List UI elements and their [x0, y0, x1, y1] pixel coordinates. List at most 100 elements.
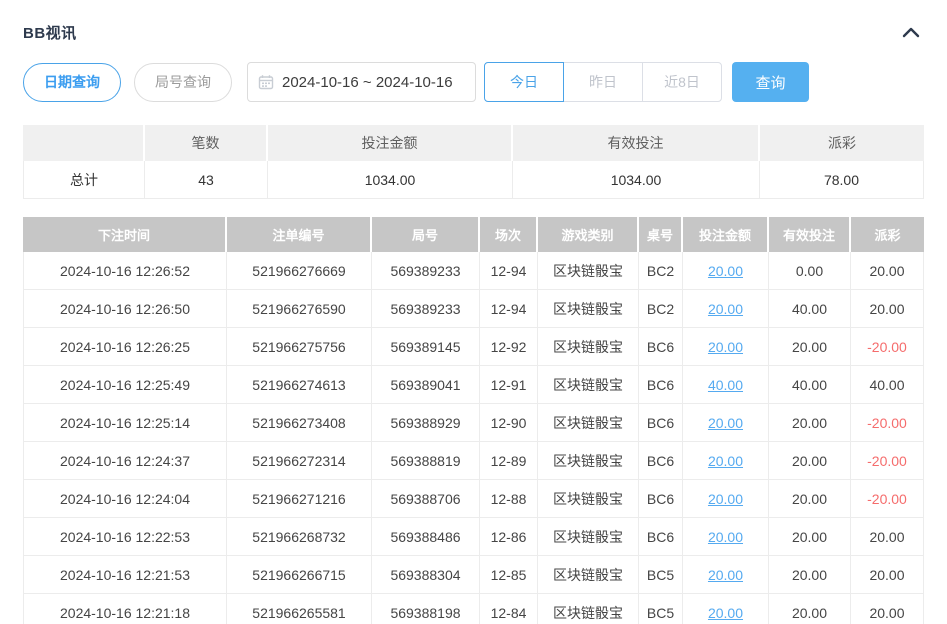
round-id-cell: 569388706 — [372, 480, 480, 518]
quick-range-last8days[interactable]: 近8日 — [642, 62, 722, 102]
col-valid-bet: 有效投注 — [769, 217, 851, 252]
round-query-tab[interactable]: 局号查询 — [134, 63, 232, 102]
search-button[interactable]: 查询 — [732, 62, 809, 102]
table-row: 2024-10-16 12:22:53521966268732569388486… — [23, 518, 924, 556]
table-row: 2024-10-16 12:25:14521966273408569388929… — [23, 404, 924, 442]
bet-amount-link[interactable]: 20.00 — [708, 453, 743, 469]
order-id-cell: 521966271216 — [227, 480, 372, 518]
date-range-value: 2024-10-16 ~ 2024-10-16 — [282, 74, 453, 91]
payout-cell: -20.00 — [851, 328, 924, 366]
filter-toolbar: 日期查询 局号查询 2024-10-16 ~ 2024-10-16 今日昨日近8… — [23, 62, 924, 102]
session-cell: 12-91 — [480, 366, 538, 404]
session-cell: 12-84 — [480, 594, 538, 624]
quick-range-today[interactable]: 今日 — [484, 62, 564, 102]
valid-bet-cell: 0.00 — [769, 252, 851, 290]
bet-amount-link[interactable]: 20.00 — [708, 605, 743, 621]
table-row: 2024-10-16 12:24:37521966272314569388819… — [23, 442, 924, 480]
payout-cell: 20.00 — [851, 556, 924, 594]
payout-cell: -20.00 — [851, 442, 924, 480]
table-id-cell: BC6 — [639, 442, 683, 480]
valid-bet-cell: 20.00 — [769, 556, 851, 594]
game-type-cell: 区块链骰宝 — [538, 556, 639, 594]
bet-amount-link[interactable]: 20.00 — [708, 263, 743, 279]
summary-total-bet-amount: 1034.00 — [268, 161, 513, 199]
game-type-cell: 区块链骰宝 — [538, 404, 639, 442]
payout-cell: -20.00 — [851, 404, 924, 442]
valid-bet-cell: 20.00 — [769, 404, 851, 442]
summary-col-bet-amount: 投注金额 — [268, 125, 513, 161]
order-id-cell: 521966273408 — [227, 404, 372, 442]
round-id-cell: 569389233 — [372, 252, 480, 290]
order-id-cell: 521966274613 — [227, 366, 372, 404]
bet-time-cell: 2024-10-16 12:26:25 — [23, 328, 227, 366]
table-id-cell: BC6 — [639, 366, 683, 404]
bet-time-cell: 2024-10-16 12:25:14 — [23, 404, 227, 442]
table-id-cell: BC6 — [639, 328, 683, 366]
valid-bet-cell: 20.00 — [769, 518, 851, 556]
bet-amount-link[interactable]: 20.00 — [708, 491, 743, 507]
bet-time-cell: 2024-10-16 12:26:50 — [23, 290, 227, 328]
round-id-cell: 569389041 — [372, 366, 480, 404]
bet-time-cell: 2024-10-16 12:26:52 — [23, 252, 227, 290]
table-row: 2024-10-16 12:25:49521966274613569389041… — [23, 366, 924, 404]
bet-amount-link[interactable]: 20.00 — [708, 339, 743, 355]
summary-total-count: 43 — [145, 161, 268, 199]
page-title: BB视讯 — [23, 22, 77, 43]
bet-amount-link[interactable]: 20.00 — [708, 415, 743, 431]
bet-amount-cell: 20.00 — [683, 290, 769, 328]
game-type-cell: 区块链骰宝 — [538, 518, 639, 556]
table-row: 2024-10-16 12:26:25521966275756569389145… — [23, 328, 924, 366]
session-cell: 12-94 — [480, 252, 538, 290]
date-query-tab[interactable]: 日期查询 — [23, 63, 121, 102]
table-id-cell: BC5 — [639, 556, 683, 594]
game-type-cell: 区块链骰宝 — [538, 480, 639, 518]
round-id-cell: 569389145 — [372, 328, 480, 366]
order-id-cell: 521966275756 — [227, 328, 372, 366]
session-cell: 12-86 — [480, 518, 538, 556]
chevron-up-icon — [902, 26, 920, 38]
payout-cell: 20.00 — [851, 594, 924, 624]
bet-amount-link[interactable]: 20.00 — [708, 301, 743, 317]
bet-amount-cell: 20.00 — [683, 442, 769, 480]
valid-bet-cell: 20.00 — [769, 480, 851, 518]
valid-bet-cell: 40.00 — [769, 290, 851, 328]
session-cell: 12-90 — [480, 404, 538, 442]
session-cell: 12-92 — [480, 328, 538, 366]
collapse-button[interactable] — [898, 20, 924, 44]
valid-bet-cell: 20.00 — [769, 594, 851, 624]
bet-amount-link[interactable]: 20.00 — [708, 529, 743, 545]
game-type-cell: 区块链骰宝 — [538, 290, 639, 328]
game-type-cell: 区块链骰宝 — [538, 442, 639, 480]
col-payout: 派彩 — [851, 217, 924, 252]
round-id-cell: 569388819 — [372, 442, 480, 480]
bet-amount-cell: 20.00 — [683, 252, 769, 290]
session-cell: 12-94 — [480, 290, 538, 328]
col-session: 场次 — [480, 217, 538, 252]
round-id-cell: 569389233 — [372, 290, 480, 328]
payout-cell: 20.00 — [851, 518, 924, 556]
col-table-id: 桌号 — [639, 217, 683, 252]
summary-total-payout: 78.00 — [760, 161, 924, 199]
order-id-cell: 521966276590 — [227, 290, 372, 328]
bet-amount-cell: 20.00 — [683, 404, 769, 442]
order-id-cell: 521966276669 — [227, 252, 372, 290]
order-id-cell: 521966272314 — [227, 442, 372, 480]
table-row: 2024-10-16 12:26:50521966276590569389233… — [23, 290, 924, 328]
summary-total-row: 总计 43 1034.00 1034.00 78.00 — [23, 161, 924, 199]
payout-cell: 40.00 — [851, 366, 924, 404]
quick-range-yesterday[interactable]: 昨日 — [563, 62, 643, 102]
bet-amount-cell: 20.00 — [683, 594, 769, 624]
bb-video-panel: BB视讯 日期查询 局号查询 2024-10-16 ~ 2024-10-16 — [0, 0, 947, 624]
table-id-cell: BC6 — [639, 404, 683, 442]
bet-amount-link[interactable]: 40.00 — [708, 377, 743, 393]
summary-col-count: 笔数 — [145, 125, 268, 161]
date-range-input[interactable]: 2024-10-16 ~ 2024-10-16 — [247, 62, 476, 102]
col-round-id: 局号 — [372, 217, 480, 252]
order-id-cell: 521966268732 — [227, 518, 372, 556]
payout-cell: 20.00 — [851, 290, 924, 328]
bet-amount-link[interactable]: 20.00 — [708, 567, 743, 583]
table-id-cell: BC2 — [639, 290, 683, 328]
session-cell: 12-89 — [480, 442, 538, 480]
summary-col-blank — [23, 125, 145, 161]
order-id-cell: 521966266715 — [227, 556, 372, 594]
